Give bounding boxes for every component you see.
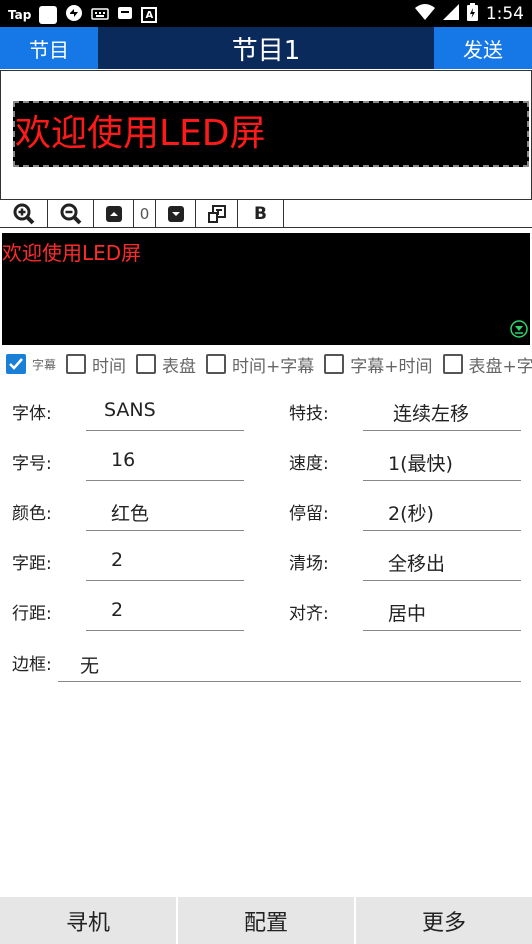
- effect-underline: [363, 430, 521, 431]
- move-up-button[interactable]: [94, 200, 134, 227]
- text-edit-icon: [207, 204, 226, 223]
- line-spacing-label: 行距:: [12, 604, 52, 624]
- expand-icon[interactable]: [510, 319, 528, 343]
- stay-label: 停留:: [289, 504, 329, 524]
- battery-icon: [466, 3, 478, 25]
- border-label: 边框:: [12, 655, 52, 675]
- led-preview-text[interactable]: 欢迎使用LED屏: [13, 101, 529, 167]
- effect-label: 特技:: [289, 404, 329, 424]
- text-format-button[interactable]: [196, 200, 238, 227]
- notification-icon: [39, 6, 58, 24]
- spacing-underline: [86, 580, 244, 581]
- border-underline: [58, 681, 521, 682]
- zoom-out-button[interactable]: [48, 200, 94, 227]
- checkbox-label: 时间+字幕: [232, 356, 315, 377]
- size-label: 字号:: [12, 454, 52, 474]
- stay-field[interactable]: 2(秒): [388, 499, 434, 526]
- content-type-row: 字幕 时间 表盘 时间+字幕 字幕+时间 表盘+字: [6, 352, 532, 377]
- down-arrow-icon: [167, 205, 184, 222]
- font-label: 字体:: [12, 404, 52, 424]
- checkbox-dial-subtitle[interactable]: [442, 354, 463, 374]
- clear-underline: [363, 580, 521, 581]
- checkbox-subtitle[interactable]: [6, 354, 26, 374]
- move-down-button[interactable]: [156, 200, 196, 227]
- speed-underline: [363, 480, 521, 481]
- clear-field[interactable]: 全移出: [388, 549, 445, 576]
- checkbox-label: 字幕: [32, 357, 57, 372]
- text-editor[interactable]: 欢迎使用LED屏: [2, 233, 530, 345]
- message-icon: [117, 5, 133, 25]
- config-button[interactable]: 配置: [178, 897, 356, 944]
- bottom-nav: 寻机 配置 更多: [0, 897, 532, 944]
- spacing-field[interactable]: 2: [111, 549, 123, 571]
- more-button[interactable]: 更多: [356, 897, 532, 944]
- bold-button[interactable]: B: [238, 200, 284, 227]
- checkbox-subtitle-time[interactable]: [324, 354, 345, 374]
- sync-icon: [65, 4, 83, 26]
- checkbox-label: 字幕+时间: [350, 356, 433, 377]
- checkbox-label: 表盘: [162, 356, 197, 377]
- size-field[interactable]: 16: [111, 449, 135, 471]
- checkbox-time-subtitle[interactable]: [206, 354, 227, 374]
- color-label: 颜色:: [12, 504, 52, 524]
- border-field[interactable]: 无: [80, 651, 99, 678]
- font-field[interactable]: SANS: [104, 399, 156, 421]
- checkbox-label: 时间: [92, 356, 127, 377]
- size-underline: [86, 480, 244, 481]
- effect-field[interactable]: 连续左移: [393, 399, 469, 426]
- send-button[interactable]: 发送: [434, 27, 532, 69]
- speed-field[interactable]: 1(最快): [388, 449, 453, 476]
- title-bar: 节目 节目1 发送: [0, 27, 532, 69]
- stay-underline: [363, 530, 521, 531]
- clear-label: 清场:: [289, 554, 329, 574]
- signal-icon: [442, 4, 459, 24]
- spacing-label: 字距:: [12, 554, 52, 574]
- align-label: 对齐:: [289, 604, 329, 624]
- search-device-button[interactable]: 寻机: [0, 897, 178, 944]
- speed-label: 速度:: [289, 454, 329, 474]
- line-spacing-underline: [86, 630, 244, 631]
- editor-text: 欢迎使用LED屏: [2, 241, 142, 265]
- up-arrow-icon: [105, 205, 122, 222]
- font-underline: [86, 430, 244, 431]
- clock: 1:54: [485, 4, 524, 24]
- carrier-label: Tap: [8, 8, 32, 22]
- color-underline: [86, 530, 244, 531]
- a-icon: A: [141, 7, 158, 23]
- keyboard-icon: [91, 6, 110, 25]
- program-list-button[interactable]: 节目: [0, 27, 98, 69]
- checkbox-time[interactable]: [66, 354, 87, 374]
- checkbox-dial[interactable]: [136, 354, 157, 374]
- page-title: 节目1: [231, 35, 301, 66]
- line-spacing-field[interactable]: 2: [111, 599, 123, 621]
- align-underline: [363, 630, 521, 631]
- toolbar: 0 B: [0, 199, 532, 228]
- align-field[interactable]: 居中: [388, 599, 426, 626]
- zoom-in-button[interactable]: [0, 200, 48, 227]
- wifi-icon: [414, 4, 435, 24]
- status-bar: Tap A 1:54: [0, 0, 532, 27]
- zoom-in-icon: [13, 203, 35, 225]
- checkbox-label: 表盘+字: [468, 356, 532, 377]
- led-preview: 欢迎使用LED屏: [0, 70, 532, 200]
- page-counter: 0: [134, 200, 156, 227]
- color-field[interactable]: 红色: [111, 499, 149, 526]
- zoom-out-icon: [60, 203, 82, 225]
